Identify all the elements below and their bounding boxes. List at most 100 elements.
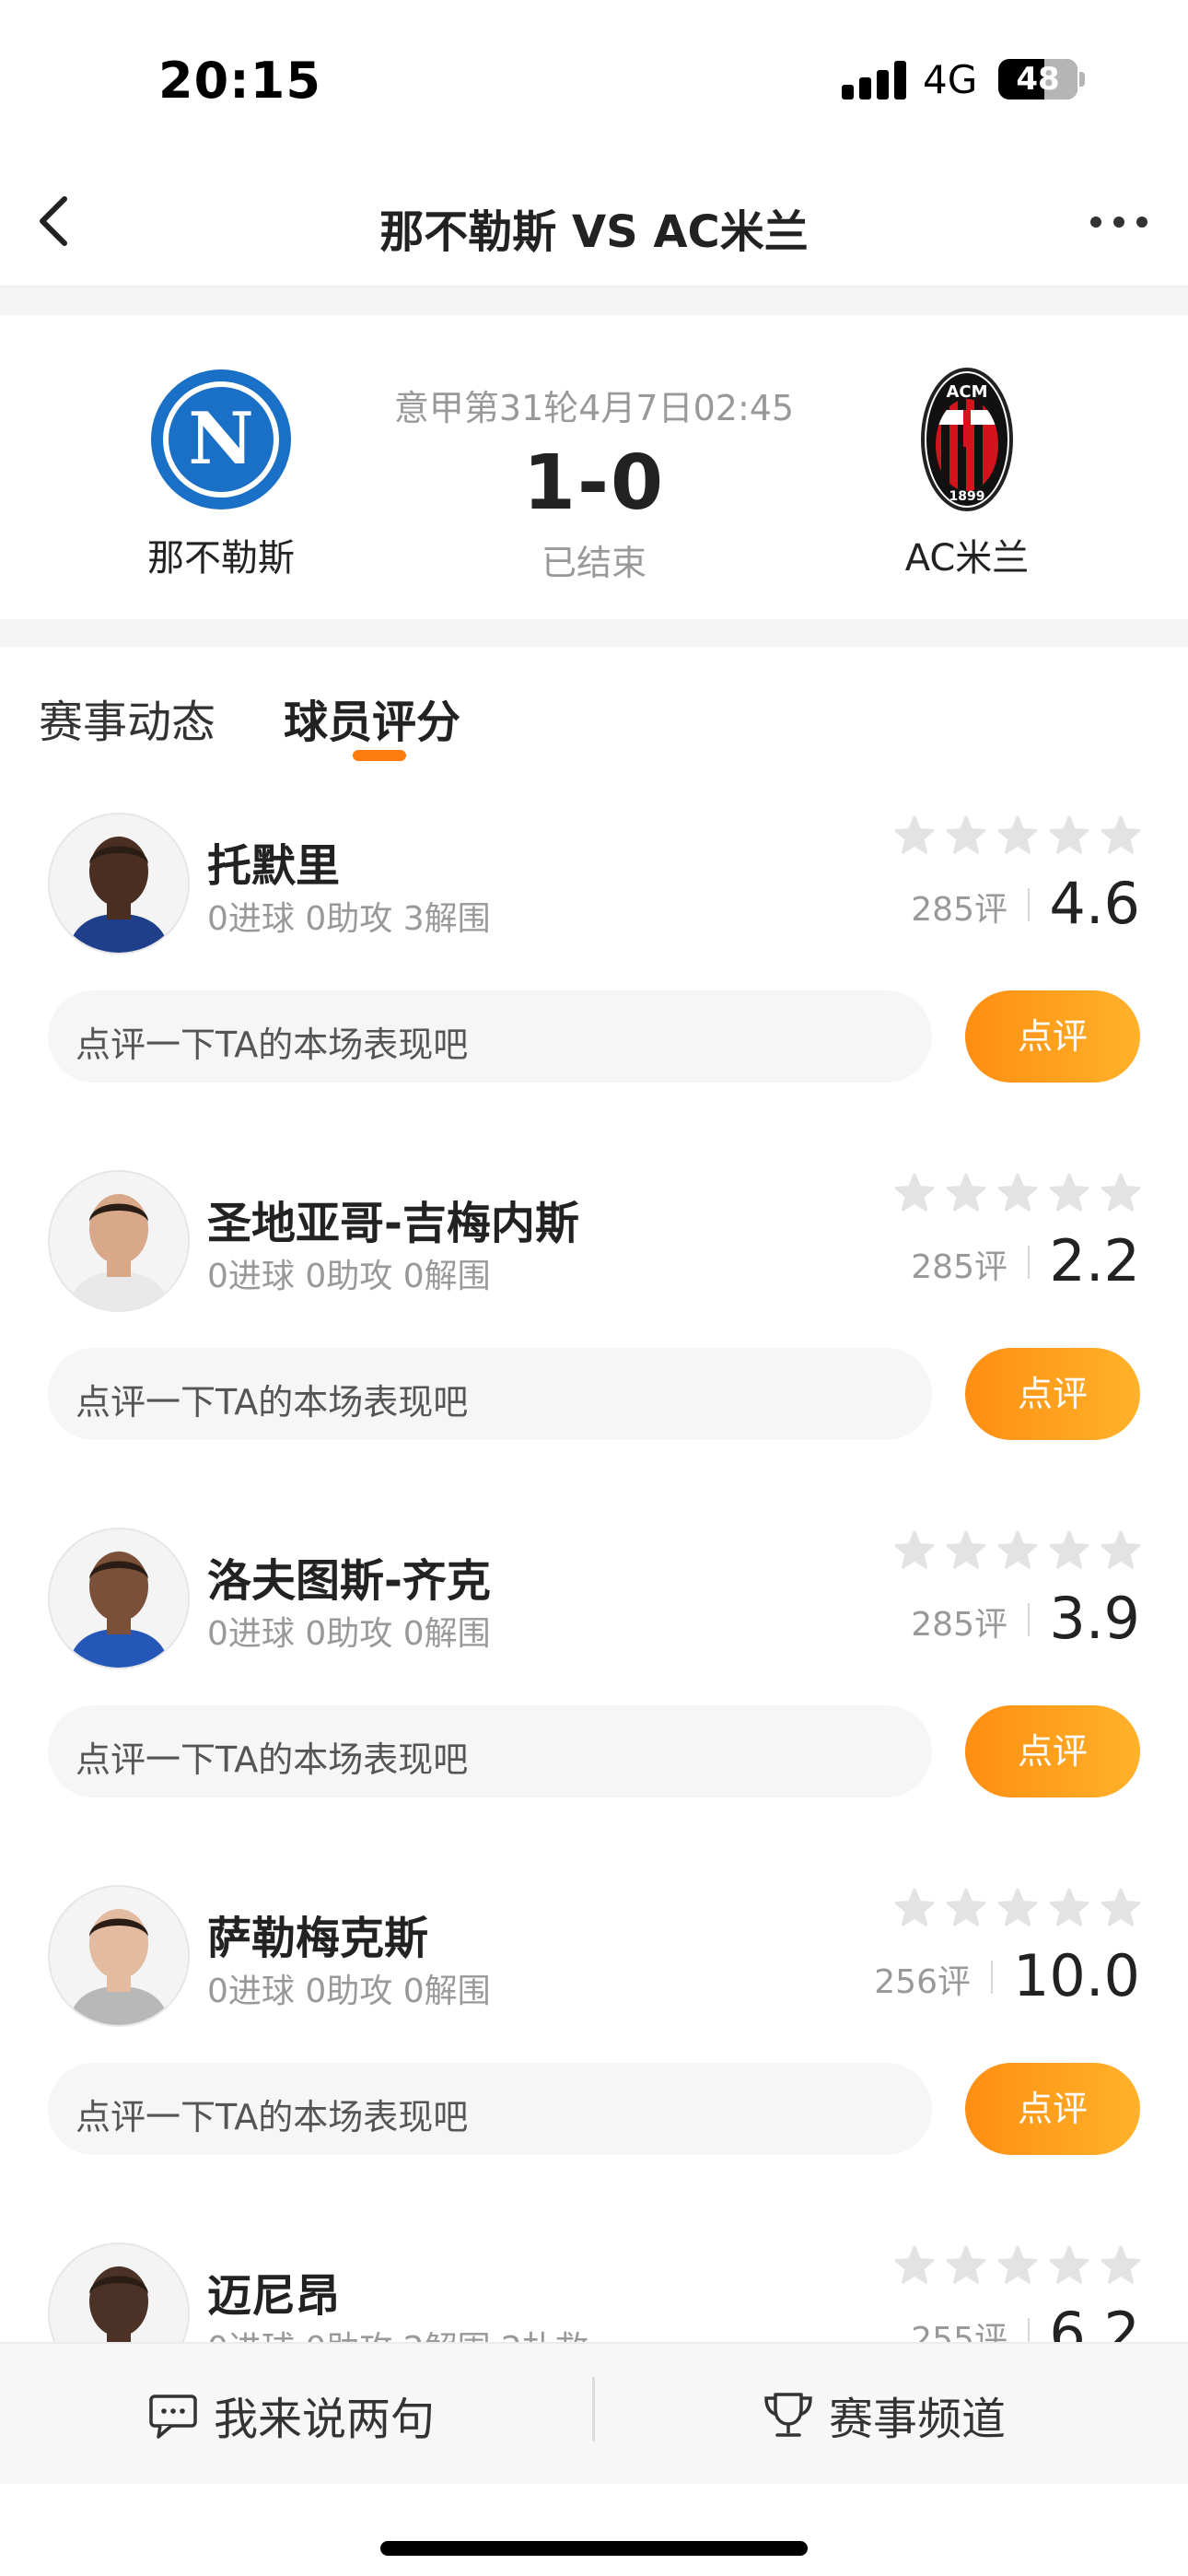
comment-input[interactable]: 点评一下TA的本场表现吧: [48, 2063, 932, 2155]
star-icon[interactable]: [996, 1887, 1039, 1929]
star-icon[interactable]: [1048, 1887, 1090, 1929]
star-icon[interactable]: [945, 2244, 987, 2287]
rating-stars[interactable]: [893, 1529, 1142, 1575]
star-icon[interactable]: [1048, 1172, 1090, 1214]
comment-placeholder: 点评一下TA的本场表现吧: [76, 1025, 469, 1065]
star-icon[interactable]: [893, 1172, 936, 1214]
rating-stars[interactable]: [893, 1172, 1142, 1218]
player-avatar[interactable]: [48, 2242, 190, 2342]
star-icon[interactable]: [1100, 1529, 1142, 1572]
star-icon[interactable]: [996, 1172, 1039, 1214]
player-rating: 4.6: [1049, 870, 1140, 937]
player-rating: 2.2: [1049, 1227, 1140, 1294]
active-tab-indicator: [353, 750, 406, 761]
review-count: 285评: [911, 1248, 1007, 1286]
comment-input[interactable]: 点评一下TA的本场表现吧: [48, 1348, 932, 1440]
player-avatar[interactable]: [48, 1885, 190, 2027]
section-divider: [0, 619, 1188, 647]
player-stats: 0进球 0助攻 3解围: [207, 900, 491, 938]
player-rating: 10.0: [1012, 1942, 1140, 2009]
star-icon[interactable]: [996, 1529, 1039, 1572]
chat-icon: [146, 2387, 201, 2442]
comment-input[interactable]: 点评一下TA的本场表现吧: [48, 990, 932, 1083]
match-channel-button[interactable]: 赛事频道: [761, 2383, 1006, 2447]
match-center: 意甲第31轮4月7日02:45 1-0 已结束: [318, 380, 870, 585]
comment-input[interactable]: 点评一下TA的本场表现吧: [48, 1705, 932, 1797]
rate-button[interactable]: 点评: [965, 1705, 1140, 1797]
rating-stars[interactable]: [893, 2244, 1142, 2290]
player-name: 托默里: [207, 840, 341, 892]
more-icon[interactable]: [1087, 212, 1151, 230]
star-icon[interactable]: [945, 1529, 987, 1572]
napoli-logo-letter: N: [188, 397, 253, 481]
away-team[interactable]: ACM 1899 AC米兰: [829, 366, 1105, 581]
away-team-name: AC米兰: [904, 537, 1030, 580]
star-icon[interactable]: [893, 814, 936, 857]
comment-placeholder: 点评一下TA的本场表现吧: [76, 1739, 469, 1780]
star-icon[interactable]: [1048, 814, 1090, 857]
match-status: 已结束: [541, 543, 646, 583]
rating-divider: [991, 1961, 993, 1994]
home-indicator-area: [0, 2484, 1188, 2576]
home-indicator[interactable]: [380, 2541, 808, 2556]
player-avatar[interactable]: [48, 813, 190, 954]
star-icon[interactable]: [1100, 814, 1142, 857]
match-score: 1-0: [522, 439, 666, 527]
tab-player-ratings[interactable]: 球员评分: [284, 685, 460, 750]
player-name: 萨勒梅克斯: [207, 1913, 429, 1964]
cellular-signal-icon: [842, 61, 906, 100]
star-icon[interactable]: [1048, 2244, 1090, 2287]
star-icon[interactable]: [893, 1887, 936, 1929]
comment-entry-button[interactable]: 我来说两句: [146, 2383, 435, 2447]
comment-entry-label: 我来说两句: [214, 2394, 436, 2445]
rating-divider: [1028, 1246, 1030, 1279]
star-icon[interactable]: [1100, 1172, 1142, 1214]
milan-logo-year: 1899: [949, 489, 985, 504]
player-stats: 0进球 0助攻 0解围: [207, 1258, 491, 1295]
player-rating: 6.2: [1049, 2300, 1140, 2342]
player-avatar[interactable]: [48, 1528, 190, 1669]
league-info: 意甲第31轮4月7日02:45: [393, 388, 795, 428]
player-rating-list[interactable]: 托默里 0进球 0助攻 3解围 285评 4.6 点评一下TA的本场表现吧 点评 圣地亚哥-…: [0, 794, 1188, 2342]
review-count: 285评: [911, 1606, 1007, 1644]
rating-divider: [1028, 2318, 1030, 2342]
comment-placeholder: 点评一下TA的本场表现吧: [76, 1382, 469, 1423]
review-count: 255评: [911, 2321, 1007, 2342]
star-icon[interactable]: [945, 1172, 987, 1214]
player-row: 萨勒梅克斯 0进球 0助攻 0解围 256评 10.0 点评一下TA的本场表现吧 点评: [0, 1867, 1188, 2224]
trophy-icon: [761, 2387, 816, 2442]
star-icon[interactable]: [996, 814, 1039, 857]
navigation-bar: 那不勒斯 VS AC米兰: [0, 157, 1188, 287]
ac-milan-logo: ACM 1899: [893, 366, 1041, 513]
player-row: 圣地亚哥-吉梅内斯 0进球 0助攻 0解围 285评 2.2 点评一下TA的本场表现吧 点…: [0, 1152, 1188, 1509]
rating-stars[interactable]: [893, 814, 1142, 861]
star-icon[interactable]: [1048, 1529, 1090, 1572]
star-icon[interactable]: [1100, 2244, 1142, 2287]
star-icon[interactable]: [945, 1887, 987, 1929]
player-row: 托默里 0进球 0助攻 3解围 285评 4.6 点评一下TA的本场表现吧 点评: [0, 794, 1188, 1152]
napoli-logo: N: [147, 366, 295, 513]
network-type: 4G: [923, 57, 978, 102]
bottom-bar: 我来说两句 赛事频道: [0, 2342, 1188, 2486]
review-count: 285评: [911, 891, 1007, 929]
player-row: 洛夫图斯-齐克 0进球 0助攻 0解围 285评 3.9 点评一下TA的本场表现吧 点评: [0, 1509, 1188, 1867]
status-bar: 20:15 4G 48: [0, 0, 1188, 157]
star-icon[interactable]: [1100, 1887, 1142, 1929]
rate-button[interactable]: 点评: [965, 1348, 1140, 1440]
star-icon[interactable]: [893, 2244, 936, 2287]
star-icon[interactable]: [893, 1529, 936, 1572]
rating-stars[interactable]: [893, 1887, 1142, 1933]
player-avatar[interactable]: [48, 1170, 190, 1312]
rate-button[interactable]: 点评: [965, 2063, 1140, 2155]
player-name: 迈尼昂: [207, 2270, 341, 2322]
player-row: 迈尼昂0进球 0助攻 2解围 2扑救255评6.2点评一下TA的本场表现吧点评: [0, 2224, 1188, 2342]
player-stats: 0进球 0助攻 0解围: [207, 1973, 491, 2010]
rate-button[interactable]: 点评: [965, 990, 1140, 1083]
milan-logo-text: ACM: [946, 382, 987, 402]
tab-match-events[interactable]: 赛事动态: [39, 685, 215, 750]
battery-level: 48: [1016, 61, 1060, 98]
comment-placeholder: 点评一下TA的本场表现吧: [76, 2097, 469, 2137]
status-time: 20:15: [158, 52, 321, 110]
star-icon[interactable]: [945, 814, 987, 857]
star-icon[interactable]: [996, 2244, 1039, 2287]
